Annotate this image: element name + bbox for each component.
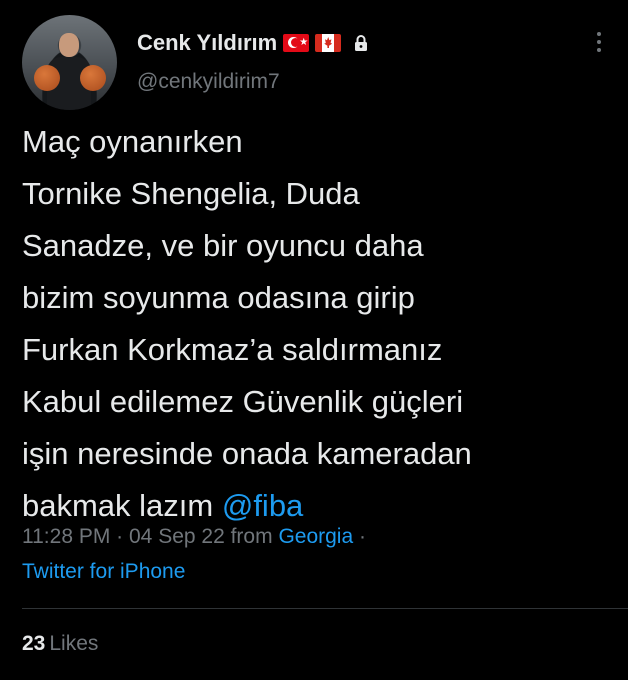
- avatar-figure-head: [59, 33, 79, 57]
- location-link[interactable]: Georgia: [278, 525, 353, 548]
- mention-link[interactable]: @fiba: [222, 488, 303, 523]
- tweet-text: Maç oynanırken Tornike Shengelia, Duda S…: [22, 116, 612, 532]
- author-name-row: Cenk Yıldırım ★: [137, 26, 371, 60]
- turkey-flag-icon: ★: [283, 34, 310, 52]
- likes-count[interactable]: 23 Likes: [22, 632, 98, 656]
- likes-number: 23: [22, 632, 46, 655]
- separator: ·: [353, 525, 366, 548]
- lock-icon: [355, 35, 368, 51]
- divider: [22, 608, 628, 609]
- author-display-name[interactable]: Cenk Yıldırım: [137, 30, 277, 56]
- from-label: from: [224, 525, 279, 548]
- tweet-meta: 11:28 PM · 04 Sep 22 from Georgia ·: [22, 520, 366, 554]
- likes-label: Likes: [49, 632, 99, 655]
- tweet-time[interactable]: 11:28 PM: [22, 525, 110, 548]
- tweet-body: Maç oynanırken Tornike Shengelia, Duda S…: [22, 124, 472, 523]
- avatar[interactable]: [22, 15, 117, 110]
- tweet-date[interactable]: 04 Sep 22: [129, 525, 225, 548]
- author-handle[interactable]: @cenkyildirim7: [137, 70, 280, 94]
- tweet-source-link[interactable]: Twitter for iPhone: [22, 555, 185, 589]
- separator: ·: [110, 525, 129, 548]
- basketball-icon: [80, 65, 106, 91]
- more-options-icon[interactable]: [592, 30, 606, 54]
- canada-flag-icon: [315, 34, 342, 52]
- basketball-icon: [34, 65, 60, 91]
